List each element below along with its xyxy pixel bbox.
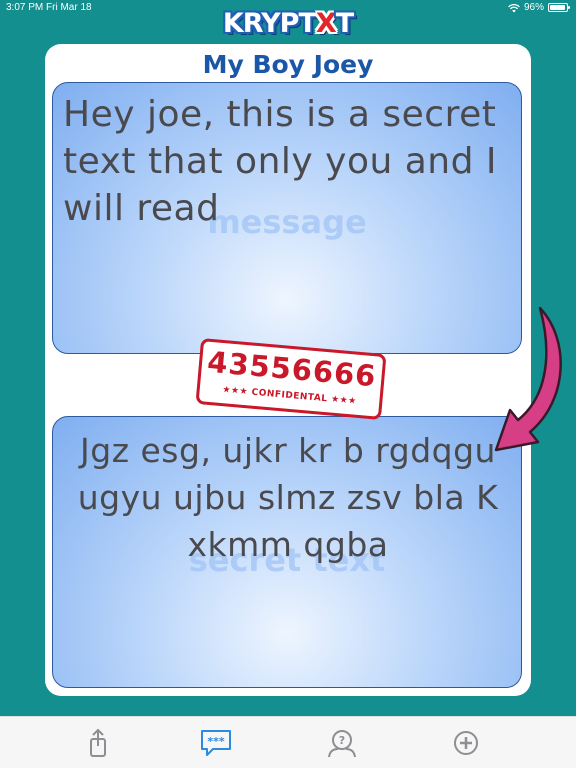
tab-bar: *** ? <box>0 716 576 768</box>
share-icon <box>90 728 106 757</box>
faq-icon: ? <box>328 730 356 758</box>
app-logo: KRYPTXT <box>222 8 354 39</box>
tab-add[interactable] <box>446 723 486 763</box>
svg-text:?: ? <box>339 734 345 747</box>
tab-messages[interactable]: *** <box>196 723 236 763</box>
tab-faq[interactable]: ? <box>322 723 362 763</box>
message-input[interactable]: message Hey joe, this is a secret text t… <box>52 82 522 354</box>
curved-arrow-icon <box>494 306 562 452</box>
tab-share[interactable] <box>78 723 118 763</box>
secret-text[interactable]: Jgz esg, ujkr kr b rgdqgu ugyu ujbu slmz… <box>63 427 513 568</box>
secret-text-box[interactable]: secret text Jgz esg, ujkr kr b rgdqgu ug… <box>52 416 522 688</box>
add-circle-icon <box>454 731 478 755</box>
contact-name[interactable]: My Boy Joey <box>0 50 576 79</box>
svg-text:***: *** <box>207 735 225 748</box>
chat-bubble-icon: *** <box>201 730 231 756</box>
message-text[interactable]: Hey joe, this is a secret text that only… <box>63 91 513 232</box>
